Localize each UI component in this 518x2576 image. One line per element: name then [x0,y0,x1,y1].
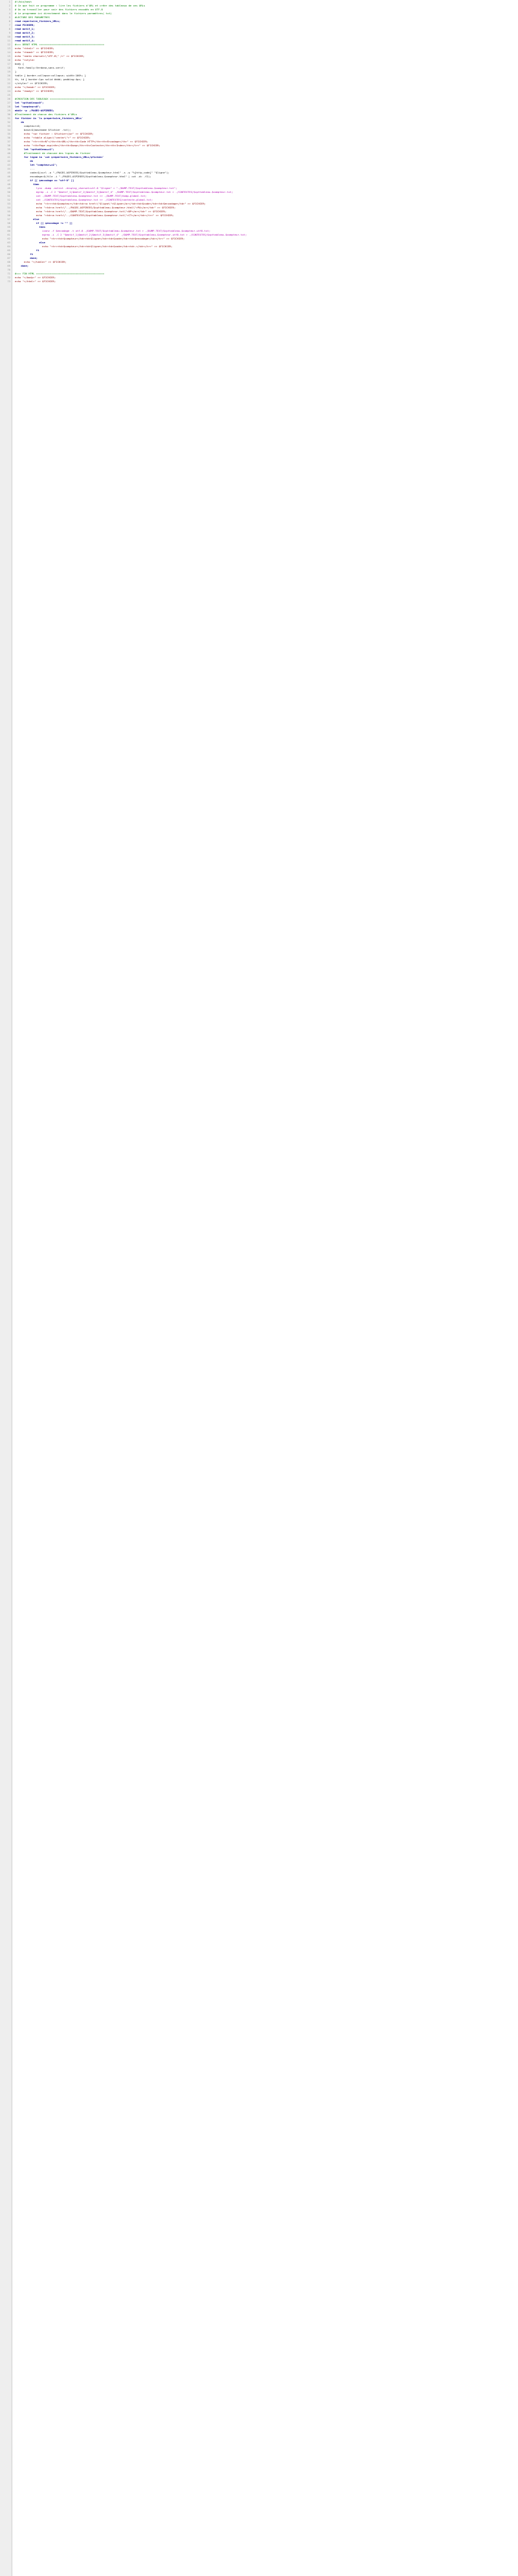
code-line[interactable]: echo "</html>" >> $FICHIER; [15,280,518,283]
line-number: 73 [7,280,10,283]
line-number-gutter: 1 2 3 4 5 6 7 8 9 10 11 12 13 14 15 16 17 18 19 20 21 22 23 24 2… [0,0,12,2576]
code-editor[interactable]: 1 2 3 4 5 6 7 8 9 10 11 12 13 14 15 16 17 18 19 20 21 22 23 24 2… [0,0,518,2576]
code-area[interactable]: #!/bin/bash # Ce que fait ce programme : … [12,0,518,2576]
